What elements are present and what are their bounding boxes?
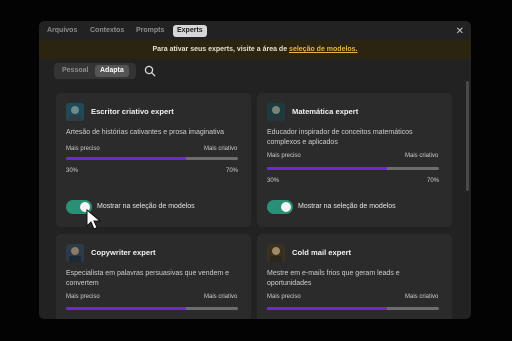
- card-description: Especialista em palavras persuasivas que…: [66, 270, 230, 287]
- toggle-label: Mostrar na seleção de modelos: [97, 203, 195, 210]
- creativity-slider[interactable]: [267, 307, 439, 310]
- creativity-percent: 70%: [226, 168, 239, 174]
- tab-contextos[interactable]: Contextos: [86, 25, 128, 37]
- creativity-slider[interactable]: [66, 307, 238, 310]
- avatar: [66, 103, 84, 121]
- creativity-slider[interactable]: [66, 157, 238, 160]
- show-in-selection-toggle[interactable]: [267, 200, 293, 214]
- slider-left-label: Mais preciso: [66, 294, 100, 300]
- search-icon[interactable]: [144, 65, 156, 77]
- card-description: Artesão de histórias cativantes e prosa …: [66, 129, 224, 136]
- creativity-percent: 70%: [427, 178, 440, 184]
- slider-right-label: Mais criativo: [204, 294, 238, 300]
- expert-card: Copywriter expert Especialista em palavr…: [56, 234, 251, 319]
- model-selection-link[interactable]: seleção de modelos.: [289, 46, 357, 53]
- slider-right-label: Mais criativo: [204, 146, 238, 152]
- slider-right-label: Mais criativo: [405, 153, 439, 159]
- segment-pessoal[interactable]: Pessoal: [57, 65, 93, 77]
- card-title: Copywriter expert: [91, 248, 156, 257]
- slider-left-label: Mais preciso: [267, 153, 301, 159]
- experts-modal: Arquivos Contextos Prompts Experts ✕ Par…: [39, 21, 471, 319]
- card-title: Matemática expert: [292, 107, 359, 116]
- card-title: Escritor criativo expert: [91, 107, 174, 116]
- mouse-pointer-icon: [86, 209, 102, 230]
- expert-card: Escritor criativo expert Artesão de hist…: [56, 93, 251, 227]
- expert-card: Cold mail expert Mestre em e-mails frios…: [257, 234, 452, 319]
- slider-left-label: Mais preciso: [66, 146, 100, 152]
- card-title: Cold mail expert: [292, 248, 352, 257]
- tab-prompts[interactable]: Prompts: [132, 25, 168, 37]
- tab-arquivos[interactable]: Arquivos: [43, 25, 81, 37]
- segment-adapta[interactable]: Adapta: [95, 65, 129, 77]
- expert-card: Matemática expert Educador inspirador de…: [257, 93, 452, 227]
- precision-percent: 30%: [267, 178, 280, 184]
- slider-right-label: Mais criativo: [405, 294, 439, 300]
- card-description: Mestre em e-mails frios que geram leads …: [267, 270, 400, 287]
- tab-experts[interactable]: Experts: [173, 25, 207, 37]
- avatar: [267, 103, 285, 121]
- avatar: [267, 244, 285, 262]
- toggle-knob: [281, 202, 291, 212]
- avatar: [66, 244, 84, 262]
- slider-left-label: Mais preciso: [267, 294, 301, 300]
- scrollbar[interactable]: [466, 81, 469, 191]
- tab-bar: Arquivos Contextos Prompts Experts ✕: [39, 21, 471, 41]
- info-banner: Para ativar seus experts, visite a área …: [39, 40, 471, 59]
- card-description: Educador inspirador de conceitos matemát…: [267, 129, 413, 146]
- source-segmented-control: Pessoal Adapta: [54, 63, 136, 79]
- creativity-slider[interactable]: [267, 167, 439, 170]
- toggle-label: Mostrar na seleção de modelos: [298, 203, 396, 210]
- close-icon[interactable]: ✕: [456, 27, 464, 37]
- precision-percent: 30%: [66, 168, 79, 174]
- banner-text: Para ativar seus experts, visite a área …: [152, 46, 290, 53]
